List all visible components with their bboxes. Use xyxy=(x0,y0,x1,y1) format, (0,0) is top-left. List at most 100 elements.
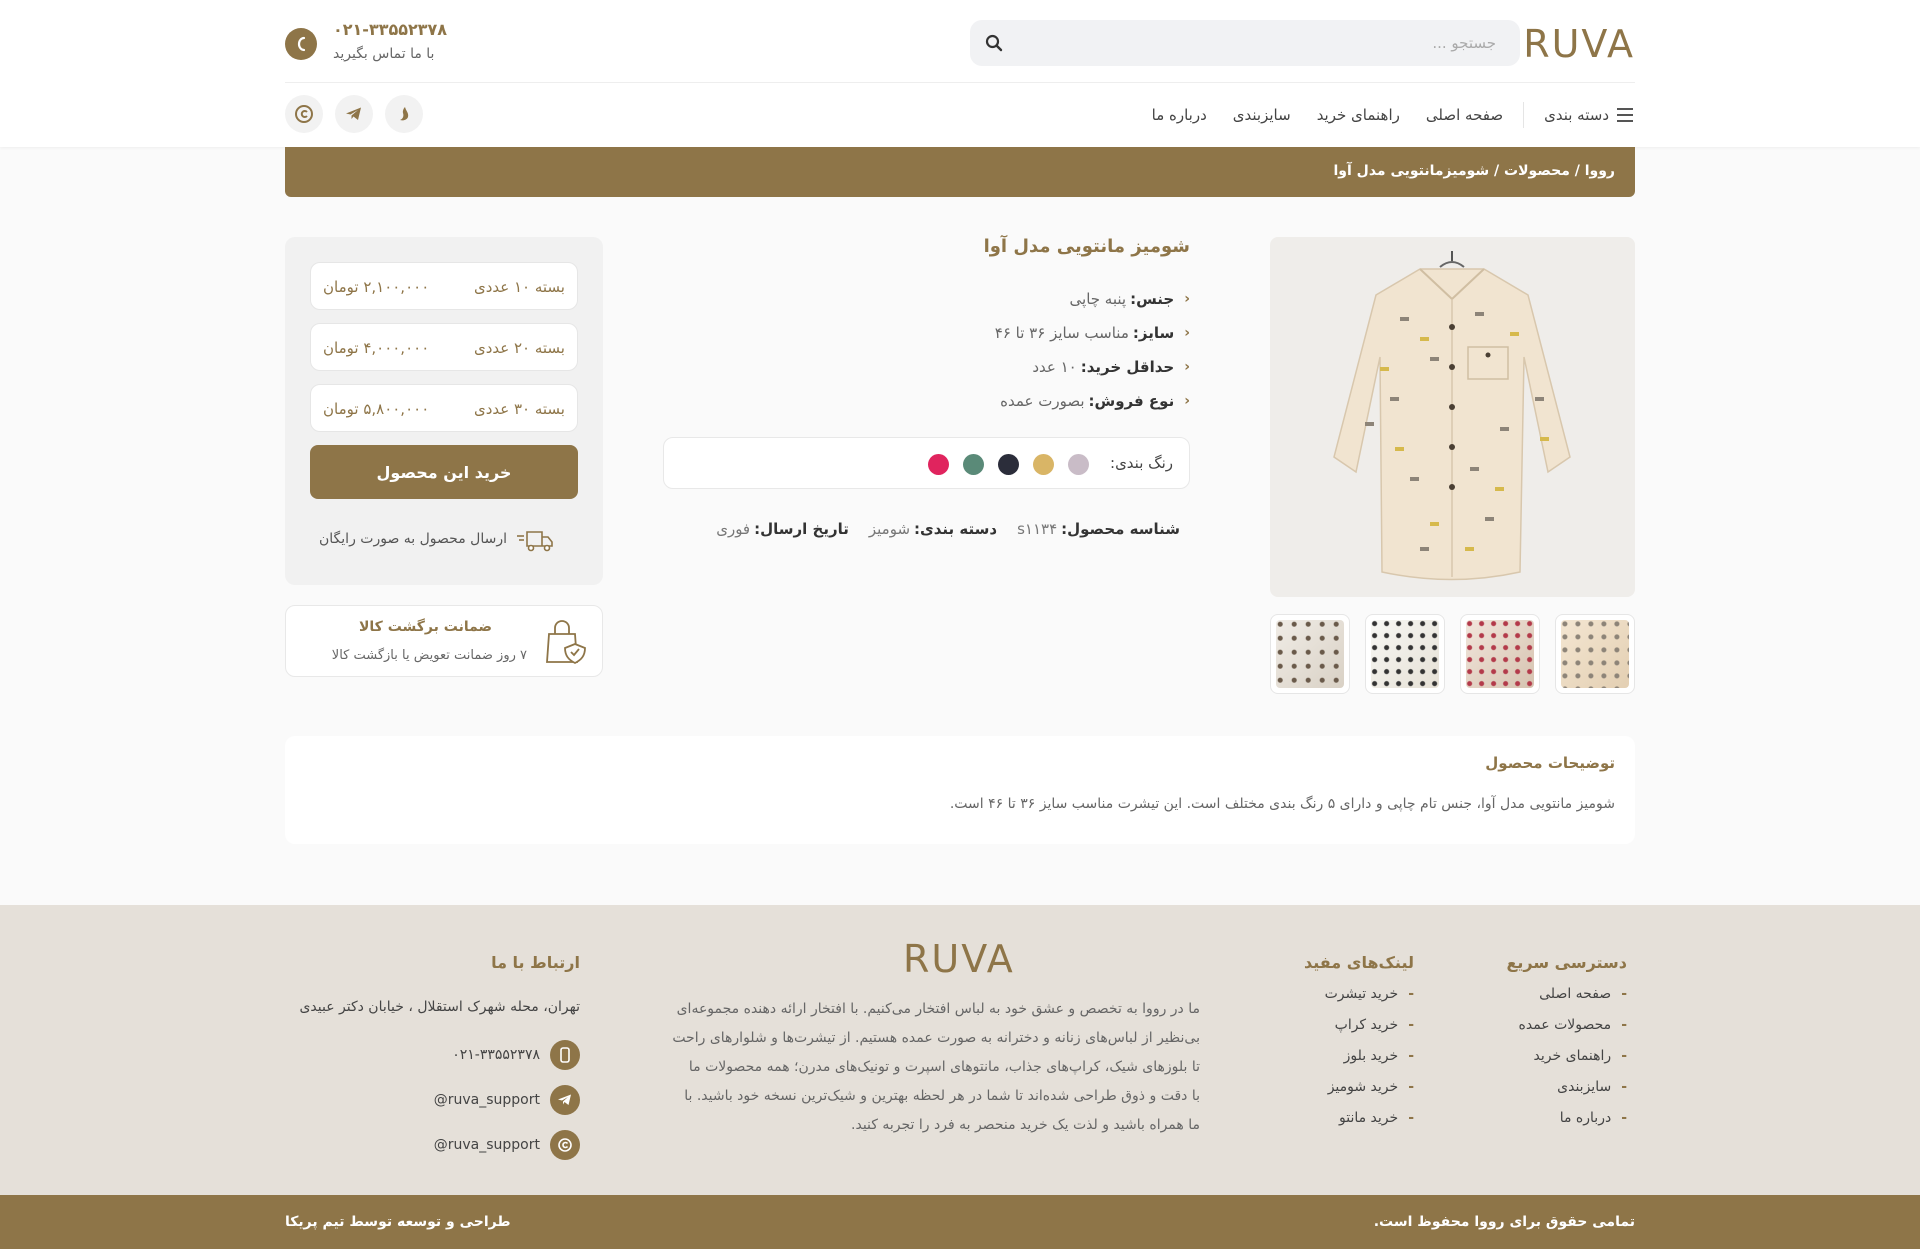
chevron-left-icon: ‹ xyxy=(1184,291,1190,307)
pack-option-20[interactable]: بسته ۲۰ عددی ۴,۰۰۰,۰۰۰ تومان xyxy=(310,323,578,371)
meta-ship-label: تاریخ ارسال: xyxy=(754,520,849,538)
product-meta: شناسه محصول:s۱۱۳۴ دسته بندی:شومیز تاریخ … xyxy=(716,520,1180,538)
color-swatch-3[interactable] xyxy=(998,454,1019,475)
contact-phone[interactable]: ۰۲۱-۳۳۵۵۲۳۷۸ xyxy=(333,20,447,39)
footer-telegram[interactable]: @ruva_support xyxy=(434,1085,580,1115)
free-shipping: ارسال محصول به صورت رایگان xyxy=(319,527,555,553)
about-line: با دقت و ذوق طراحی شده‌اند تا شما در هر … xyxy=(684,1088,1200,1104)
copyright-text: تمامی حقوق برای رووا محفوظ است. xyxy=(1373,1214,1635,1230)
social-links xyxy=(285,95,423,133)
bale-icon[interactable] xyxy=(385,95,423,133)
about-line: بی‌نظیر از لباس‌های زنانه و دخترانه به ص… xyxy=(672,1030,1200,1046)
shirt-illustration xyxy=(1333,251,1571,581)
footer-phone[interactable]: ۰۲۱-۳۳۵۵۲۳۷۸ xyxy=(452,1040,580,1070)
footer-link-label: خرید مانتو xyxy=(1338,1110,1399,1126)
thumbnail-3[interactable] xyxy=(1460,614,1540,694)
product-description: توضیحات محصول شومیز مانتویی مدل آوا، جنس… xyxy=(285,736,1635,844)
footer-link[interactable]: -درباره ما xyxy=(1506,1110,1627,1141)
nav-home[interactable]: صفحه اصلی xyxy=(1426,106,1503,124)
spec-value: بصورت عمده xyxy=(1000,392,1085,410)
color-swatch-1[interactable] xyxy=(1068,454,1089,475)
footer-logo[interactable]: RUVA xyxy=(903,937,1015,981)
footer-link-label: صفحه اصلی xyxy=(1539,986,1612,1002)
site-footer: دسترسی سریع -صفحه اصلی -محصولات عمده -را… xyxy=(0,905,1920,1195)
chevron-left-icon: ‹ xyxy=(1184,325,1190,341)
eitaa-icon[interactable] xyxy=(285,95,323,133)
pack-label: بسته ۱۰ عددی xyxy=(473,278,565,296)
footer-phone-text: ۰۲۱-۳۳۵۵۲۳۷۸ xyxy=(452,1047,540,1063)
thumbnail-image xyxy=(1561,620,1629,688)
shopping-bag-shield-icon xyxy=(546,620,586,665)
site-logo[interactable]: RUVA xyxy=(1523,22,1635,66)
about-line: تا بلوزهای شیک، کراپ‌های جذاب، مانتوهای … xyxy=(688,1059,1200,1075)
spec-value: مناسب سایز ۳۶ تا ۴۶ xyxy=(994,324,1129,342)
telegram-icon[interactable] xyxy=(335,95,373,133)
spec-key: حداقل خرید: xyxy=(1080,358,1175,376)
search-bar xyxy=(970,20,1520,66)
footer-link[interactable]: -راهنمای خرید xyxy=(1506,1048,1627,1079)
meta-category: دسته بندی:شومیز xyxy=(869,520,997,538)
spec-key: سایز: xyxy=(1132,324,1175,342)
thumbnail-1[interactable] xyxy=(1270,614,1350,694)
color-swatch-5[interactable] xyxy=(928,454,949,475)
guarantee-text: ۷ روز ضمانت تعویض یا بازگشت کالا xyxy=(331,648,527,663)
footer-link[interactable]: -محصولات عمده xyxy=(1506,1017,1627,1048)
nav-categories[interactable]: دسته بندی xyxy=(1523,102,1635,128)
pack-option-30[interactable]: بسته ۳۰ عددی ۵,۸۰۰,۰۰۰ تومان xyxy=(310,384,578,432)
spec-sale-type: ‹ نوع فروش: بصورت عمده xyxy=(995,384,1190,418)
thumbnail-4[interactable] xyxy=(1555,614,1635,694)
site-header: RUVA ۰۲۱-۳۳۵۵۲۳۷۸ با ما تماس بگیرید دسته… xyxy=(0,0,1920,147)
description-title: توضیحات محصول xyxy=(1485,754,1615,772)
footer-link[interactable]: -صفحه اصلی xyxy=(1506,986,1627,1017)
footer-about: ما در رووا به تخصص و عشق خود به لباس افت… xyxy=(672,995,1200,1140)
footer-link[interactable]: -خرید کراپ xyxy=(1304,1017,1414,1048)
meta-cat-label: دسته بندی: xyxy=(914,520,998,538)
footer-link[interactable]: -سایزبندی xyxy=(1506,1079,1627,1110)
footer-link[interactable]: -خرید بلوز xyxy=(1304,1048,1414,1079)
footer-telegram-text: @ruva_support xyxy=(433,1092,540,1108)
purchase-box: بسته ۱۰ عددی ۲,۱۰۰,۰۰۰ تومان بسته ۲۰ عددی… xyxy=(285,237,603,585)
footer-link-label: خرید بلوز xyxy=(1343,1048,1399,1064)
search-input[interactable] xyxy=(1036,20,1496,66)
phone-icon[interactable] xyxy=(285,28,317,60)
meta-id: شناسه محصول:s۱۱۳۴ xyxy=(1017,520,1180,538)
nav-categories-label: دسته بندی xyxy=(1544,106,1609,124)
footer-quick-links: دسترسی سریع -صفحه اصلی -محصولات عمده -را… xyxy=(1506,953,1627,1141)
about-line: ما همراه باشید و لذت یک خرید منحصر به فر… xyxy=(851,1117,1200,1133)
product-thumbnails xyxy=(1270,614,1635,694)
color-swatch-2[interactable] xyxy=(1033,454,1054,475)
footer-link[interactable]: -خرید تیشرت xyxy=(1304,986,1414,1017)
search-icon[interactable] xyxy=(984,33,1004,53)
thumbnail-2[interactable] xyxy=(1365,614,1445,694)
breadcrumb: رووا / محصولات / شومیزمانتویی مدل آوا xyxy=(285,147,1635,197)
nav-sizing[interactable]: سایزبندی xyxy=(1233,106,1291,124)
nav-about[interactable]: درباره ما xyxy=(1152,106,1207,124)
color-swatch-4[interactable] xyxy=(963,454,984,475)
nav-guide[interactable]: راهنمای خرید xyxy=(1317,106,1400,124)
return-guarantee: ضمانت برگشت کالا ۷ روز ضمانت تعویض یا با… xyxy=(285,605,603,677)
footer-contact: ارتباط با ما تهران، محله شهرک استقلال ، … xyxy=(285,953,580,1160)
pack-option-10[interactable]: بسته ۱۰ عددی ۲,۱۰۰,۰۰۰ تومان xyxy=(310,262,578,310)
product-main-image[interactable] xyxy=(1270,237,1635,597)
meta-id-label: شناسه محصول: xyxy=(1061,520,1180,538)
buy-button[interactable]: خرید این محصول xyxy=(310,445,578,499)
header-divider xyxy=(285,82,1635,83)
credit-text[interactable]: طراحی و توسعه توسط تیم پریکا xyxy=(285,1214,511,1230)
useful-links-title: لینک‌های مفید xyxy=(1304,953,1414,972)
pack-price: ۵,۸۰۰,۰۰۰ تومان xyxy=(323,400,430,418)
footer-link-label: خرید شومیز xyxy=(1327,1079,1399,1095)
free-shipping-text: ارسال محصول به صورت رایگان xyxy=(319,531,507,547)
mobile-icon xyxy=(550,1040,580,1070)
colors-label: رنگ بندی: xyxy=(1110,454,1173,472)
menu-icon xyxy=(1617,108,1633,122)
breadcrumb-text[interactable]: رووا / محصولات / شومیزمانتویی مدل آوا xyxy=(1334,163,1616,179)
guarantee-title: ضمانت برگشت کالا xyxy=(359,619,492,635)
footer-link[interactable]: -خرید شومیز xyxy=(1304,1079,1414,1110)
meta-cat-value[interactable]: شومیز xyxy=(869,520,910,538)
telegram-icon xyxy=(550,1085,580,1115)
footer-address: تهران، محله شهرک استقلال ، خیابان دکتر ع… xyxy=(299,999,580,1015)
contact-label: با ما تماس بگیرید xyxy=(333,46,435,62)
spec-fabric: ‹ جنس: پنبه چاپی xyxy=(995,282,1190,316)
footer-link[interactable]: -خرید مانتو xyxy=(1304,1110,1414,1141)
footer-eitaa[interactable]: @ruva_support xyxy=(434,1130,580,1160)
